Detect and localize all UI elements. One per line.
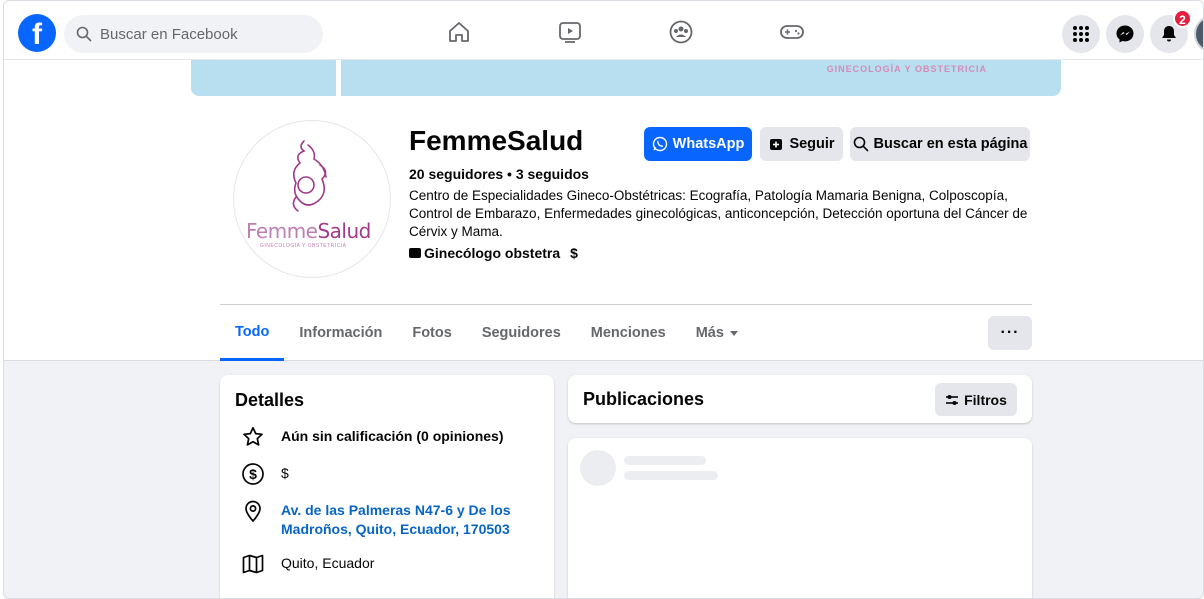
address-link[interactable]: Av. de las Palmeras N47-6 y De los Madro… xyxy=(281,497,521,539)
briefcase-icon xyxy=(409,248,421,258)
femmesalud-logo-icon xyxy=(292,140,327,212)
more-options-button[interactable]: ··· xyxy=(988,316,1032,350)
filters-icon xyxy=(946,394,959,405)
caret-down-icon xyxy=(729,330,738,336)
svg-text:$: $ xyxy=(249,466,257,482)
star-icon xyxy=(239,423,267,451)
location-pin-icon xyxy=(239,497,267,525)
skeleton-line xyxy=(624,456,706,465)
whatsapp-button-label: WhatsApp xyxy=(672,136,745,152)
tab-informacion[interactable]: Información xyxy=(284,305,397,361)
cover-photo[interactable]: GINECOLOGÍA Y OBSTETRICIA xyxy=(191,60,1061,96)
address-row: Av. de las Palmeras N47-6 y De los Madro… xyxy=(239,497,521,539)
tab-mas[interactable]: Más xyxy=(681,305,753,361)
search-placeholder: Buscar en Facebook xyxy=(100,25,238,43)
menu-grid-icon[interactable] xyxy=(1062,15,1100,53)
follow-icon xyxy=(770,139,783,150)
search-icon xyxy=(853,136,868,152)
price-row: $ $ xyxy=(239,460,289,488)
publications-header-card: Publicaciones Filtros xyxy=(568,375,1032,423)
post-loading-placeholder xyxy=(568,438,1032,598)
search-icon xyxy=(76,26,92,42)
whatsapp-button[interactable]: WhatsApp xyxy=(644,127,752,161)
profile-picture[interactable]: FemmeSalud GINECOLOGÍA Y OBSTETRICIA xyxy=(233,120,391,278)
skeleton-avatar xyxy=(580,450,616,486)
details-card: Detalles Aún sin calificación (0 opinion… xyxy=(220,375,554,598)
logo-subtitle: GINECOLOGÍA Y OBSTETRICIA xyxy=(260,243,347,249)
follower-stats[interactable]: 20 seguidores • 3 seguidos xyxy=(409,166,589,182)
notification-badge: 2 xyxy=(1173,9,1192,28)
publications-title: Publicaciones xyxy=(583,389,705,409)
follow-button[interactable]: Seguir xyxy=(760,127,843,161)
search-input[interactable]: Buscar en Facebook xyxy=(64,15,323,53)
cover-text: GINECOLOGÍA Y OBSTETRICIA xyxy=(826,64,987,74)
page-header: GINECOLOGÍA Y OBSTETRICIA FemmeSalud GIN… xyxy=(4,60,1203,361)
home-icon[interactable] xyxy=(446,19,472,45)
rating-text: Aún sin calificación (0 opiniones) xyxy=(281,428,504,444)
video-icon[interactable] xyxy=(557,19,583,45)
price-range: $ xyxy=(570,245,578,261)
category-label: Ginecólogo obstetra xyxy=(424,245,561,261)
account-avatar[interactable] xyxy=(1194,15,1203,53)
filters-button-label: Filtros xyxy=(964,391,1007,408)
filters-button[interactable]: Filtros xyxy=(935,383,1017,416)
page-title: FemmeSalud xyxy=(409,125,584,156)
gaming-icon[interactable] xyxy=(779,19,805,45)
page-tabs: Todo Información Fotos Seguidores Mencio… xyxy=(220,305,753,361)
messenger-icon[interactable] xyxy=(1106,15,1144,53)
page-bio: Centro de Especialidades Gineco-Obstétri… xyxy=(409,188,1028,239)
facebook-logo-icon[interactable]: f xyxy=(18,14,56,52)
rating-row: Aún sin calificación (0 opiniones) xyxy=(239,423,503,451)
search-page-button-label: Buscar en esta página xyxy=(873,136,1028,152)
map-icon xyxy=(239,550,267,578)
tab-mas-label: Más xyxy=(695,325,724,341)
search-page-button[interactable]: Buscar en esta página xyxy=(850,127,1030,161)
tab-fotos[interactable]: Fotos xyxy=(397,305,466,361)
city-row: Quito, Ecuador xyxy=(239,550,374,578)
browser-window: f Buscar en Facebook 2 GINECOLOGÍA Y OBS… xyxy=(3,0,1204,599)
skeleton-line xyxy=(624,471,718,480)
tab-menciones[interactable]: Menciones xyxy=(576,305,681,361)
tab-seguidores[interactable]: Seguidores xyxy=(467,305,576,361)
dollar-icon: $ xyxy=(239,460,267,488)
whatsapp-icon xyxy=(652,136,667,152)
city-text: Quito, Ecuador xyxy=(281,555,375,571)
logo-wordmark: FemmeSalud xyxy=(246,219,371,243)
groups-icon[interactable] xyxy=(668,19,694,45)
page-category: Ginecólogo obstetra $ xyxy=(409,245,578,261)
tab-todo[interactable]: Todo xyxy=(220,305,285,361)
price-text: $ xyxy=(281,465,289,481)
top-navigation-bar: f Buscar en Facebook 2 xyxy=(4,1,1203,60)
cover-seam xyxy=(336,60,341,96)
details-title: Detalles xyxy=(235,390,305,410)
notifications-bell-icon[interactable]: 2 xyxy=(1150,9,1192,53)
follow-button-label: Seguir xyxy=(789,136,835,152)
